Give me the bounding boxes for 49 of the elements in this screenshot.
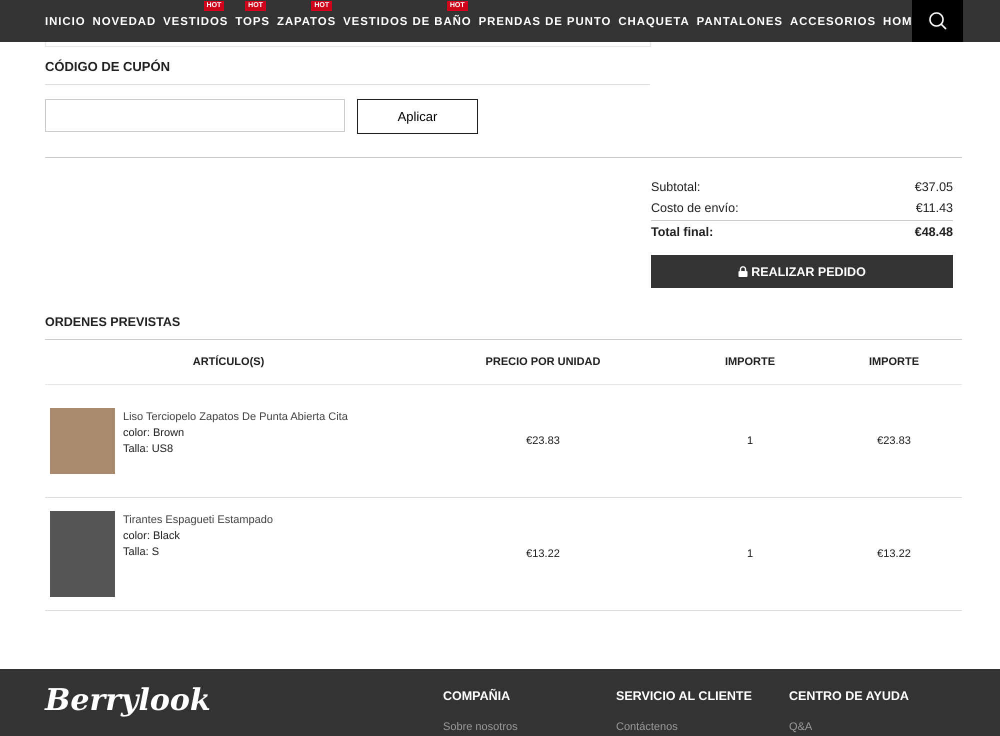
nav-link[interactable]: TOPS — [235, 16, 270, 28]
section-title: ORDENES PREVISTAS — [45, 288, 962, 340]
search-icon — [928, 11, 948, 31]
footer-link[interactable]: Contáctenos — [616, 721, 789, 733]
product-color: color: Black — [123, 529, 181, 544]
nav-link[interactable]: HOM — [883, 16, 912, 28]
summary-value: €48.48 — [914, 225, 953, 239]
line-total: €13.22 — [877, 548, 911, 560]
footer-link[interactable]: Q&A — [789, 721, 962, 733]
footer-heading: CENTRO DE AYUDA — [789, 689, 910, 703]
nav-link[interactable]: VESTIDOS — [163, 16, 228, 28]
nav-link[interactable]: PRENDAS DE PUNTO — [478, 16, 612, 28]
column-header: PRECIO POR UNIDAD — [412, 340, 674, 384]
column-header: IMPORTE — [674, 340, 826, 384]
lock-icon — [738, 266, 748, 277]
photo-placeholder — [50, 408, 115, 474]
unit-price: €13.22 — [526, 548, 560, 560]
summary-value: €37.05 — [914, 180, 953, 194]
section-title: CÓDIGO DE CUPÓN — [45, 47, 650, 85]
logo[interactable]: Berrylook — [45, 669, 443, 736]
column-header: IMPORTE — [826, 340, 962, 384]
nav-link[interactable]: PANTALONES — [696, 16, 783, 28]
search-button[interactable] — [912, 0, 963, 42]
line-total: €23.83 — [877, 435, 911, 447]
unit-price: €23.83 — [526, 435, 560, 447]
nav-link[interactable]: INICIO — [45, 16, 86, 28]
nav-link[interactable]: NOVEDAD — [92, 16, 156, 28]
summary-label: Total final: — [651, 225, 714, 239]
product-size: Talla: US8 — [123, 442, 174, 457]
column-header: ARTÍCULO(S) — [45, 340, 412, 384]
coupon-input-field[interactable] — [45, 99, 345, 132]
quantity: 1 — [746, 435, 754, 447]
summary-value: €11.43 — [916, 200, 953, 214]
product-size: Talla: S — [123, 545, 160, 560]
product-name[interactable]: Tirantes Espagueti Estampado — [123, 512, 274, 528]
nav-link[interactable]: CHAQUETA — [618, 16, 690, 28]
nav-link[interactable]: ZAPATOS — [276, 16, 336, 28]
apply-button[interactable]: Aplicar — [357, 99, 478, 134]
summary-label: Costo de envío: — [651, 200, 739, 214]
nav-link[interactable]: ACCESORIOS — [790, 16, 876, 28]
summary-label: Subtotal: — [651, 180, 700, 194]
quantity: 1 — [746, 548, 754, 560]
place-order-button[interactable]: REALIZAR PEDIDO — [651, 255, 953, 288]
footer-heading: SERVICIO AL CLIENTE — [616, 689, 753, 703]
footer-link[interactable]: Sobre nosotros — [443, 721, 616, 733]
footer-heading: COMPAÑIA — [443, 689, 512, 703]
product-color: color: Brown — [123, 426, 186, 441]
nav-link[interactable]: VESTIDOS DE BAÑO — [343, 16, 472, 28]
product-name[interactable]: Liso Terciopelo Zapatos De Punta Abierta Cita — [123, 409, 348, 425]
